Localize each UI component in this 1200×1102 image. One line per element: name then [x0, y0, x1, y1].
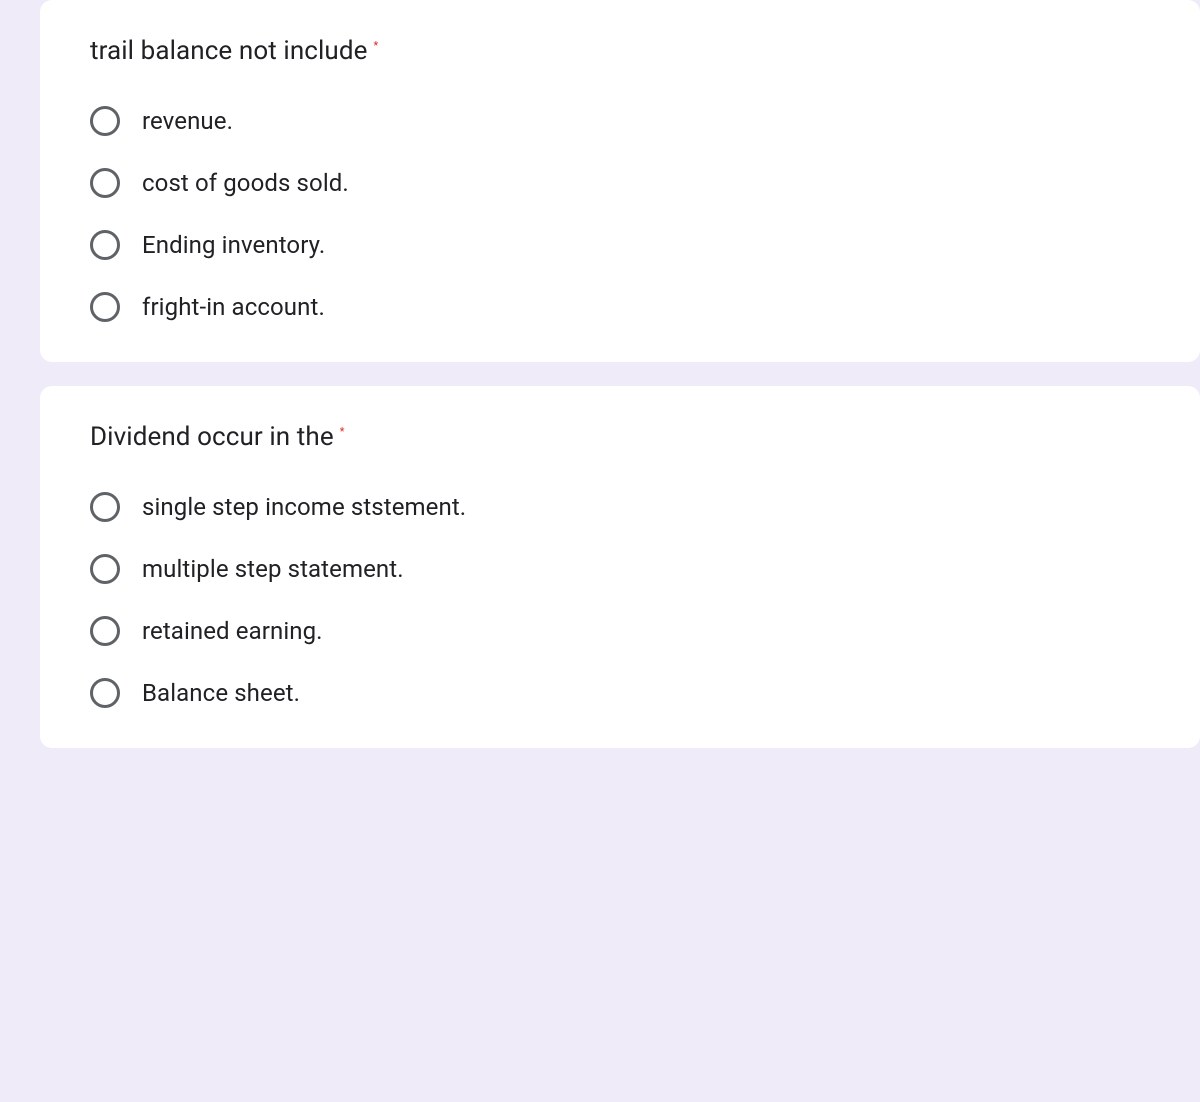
- radio-circle-icon: [90, 616, 120, 646]
- question-title: trail balance not include *: [90, 36, 1160, 66]
- question-title: Dividend occur in the *: [90, 422, 1160, 452]
- option-label: Balance sheet.: [142, 679, 300, 707]
- required-marker-icon: *: [340, 425, 345, 438]
- radio-circle-icon: [90, 168, 120, 198]
- question-card-2: Dividend occur in the * single step incom…: [40, 386, 1200, 748]
- radio-circle-icon: [90, 678, 120, 708]
- radio-circle-icon: [90, 230, 120, 260]
- radio-option[interactable]: cost of goods sold.: [90, 168, 1160, 198]
- radio-circle-icon: [90, 106, 120, 136]
- question-text-1: trail balance not include: [90, 36, 368, 66]
- radio-option[interactable]: Ending inventory.: [90, 230, 1160, 260]
- radio-option[interactable]: retained earning.: [90, 616, 1160, 646]
- required-marker-icon: *: [374, 39, 379, 52]
- option-label: single step income ststement.: [142, 493, 466, 521]
- radio-option[interactable]: revenue.: [90, 106, 1160, 136]
- option-label: retained earning.: [142, 617, 323, 645]
- radio-circle-icon: [90, 554, 120, 584]
- option-label: multiple step statement.: [142, 555, 404, 583]
- question-text-2: Dividend occur in the: [90, 422, 334, 452]
- radio-option[interactable]: single step income ststement.: [90, 492, 1160, 522]
- radio-circle-icon: [90, 492, 120, 522]
- radio-circle-icon: [90, 292, 120, 322]
- option-label: Ending inventory.: [142, 231, 325, 259]
- radio-option[interactable]: multiple step statement.: [90, 554, 1160, 584]
- option-label: cost of goods sold.: [142, 169, 349, 197]
- radio-option[interactable]: Balance sheet.: [90, 678, 1160, 708]
- radio-option[interactable]: fright-in account.: [90, 292, 1160, 322]
- option-label: revenue.: [142, 107, 233, 135]
- option-label: fright-in account.: [142, 293, 325, 321]
- question-card-1: trail balance not include * revenue. cost…: [40, 0, 1200, 362]
